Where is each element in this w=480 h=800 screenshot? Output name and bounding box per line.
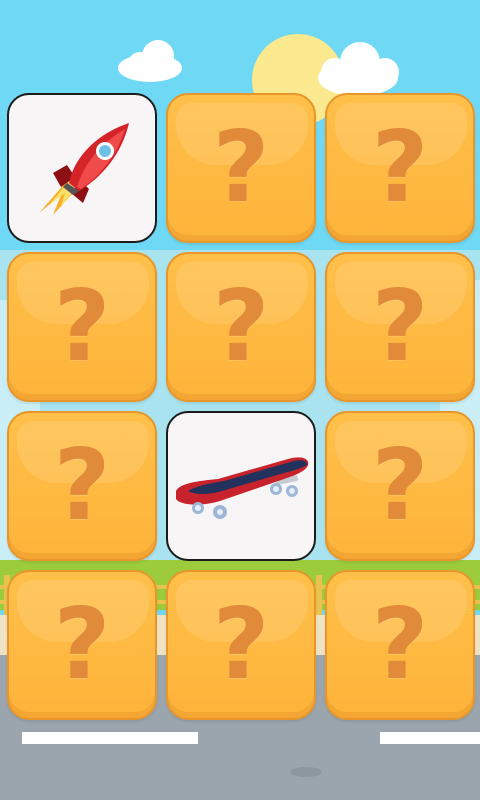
memory-card-3[interactable]: ?: [325, 93, 475, 243]
question-mark: ?: [212, 270, 270, 384]
question-mark: ?: [371, 270, 429, 384]
memory-card-11[interactable]: ?: [166, 570, 316, 720]
question-mark: ?: [212, 588, 270, 702]
question-mark: ?: [212, 111, 270, 225]
memory-card-2[interactable]: ?: [166, 93, 316, 243]
memory-card-12[interactable]: ?: [325, 570, 475, 720]
memory-card-5[interactable]: ?: [166, 252, 316, 402]
memory-card-8[interactable]: [166, 411, 316, 561]
question-mark: ?: [371, 111, 429, 225]
question-mark: ?: [371, 429, 429, 543]
memory-card-6[interactable]: ?: [325, 252, 475, 402]
memory-card-9[interactable]: ?: [325, 411, 475, 561]
memory-card-1[interactable]: [7, 93, 157, 243]
question-mark: ?: [53, 588, 111, 702]
memory-card-7[interactable]: ?: [7, 411, 157, 561]
question-mark: ?: [53, 270, 111, 384]
memory-card-10[interactable]: ?: [7, 570, 157, 720]
question-mark: ?: [371, 588, 429, 702]
memory-card-4[interactable]: ?: [7, 252, 157, 402]
skateboard-icon: [176, 457, 309, 519]
rocket-icon: [39, 123, 129, 215]
question-mark: ?: [53, 429, 111, 543]
